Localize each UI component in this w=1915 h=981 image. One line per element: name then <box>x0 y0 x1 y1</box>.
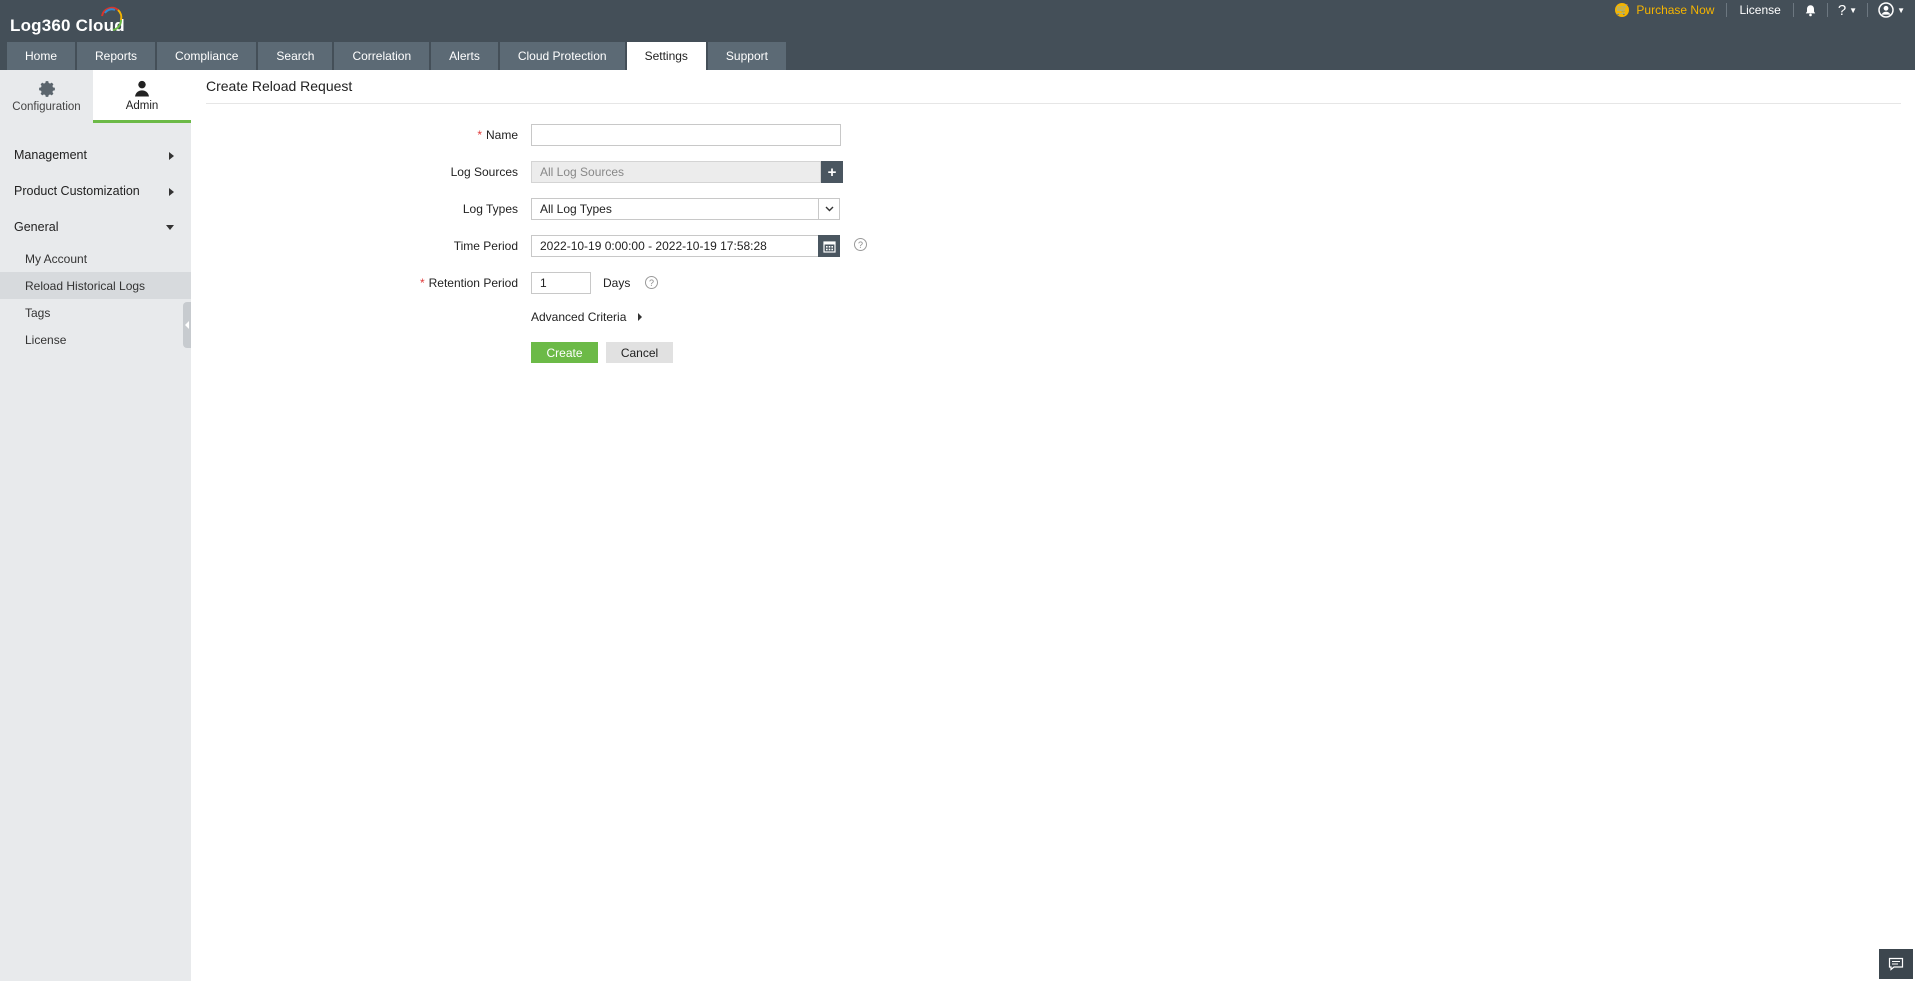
logo-arc-icon <box>101 6 123 31</box>
subtab-configuration-label: Configuration <box>12 101 81 113</box>
chat-icon <box>1888 957 1904 971</box>
log-types-select[interactable]: All Log Types <box>531 198 819 220</box>
chevron-down-icon <box>166 225 174 230</box>
user-avatar-icon <box>1878 2 1894 18</box>
sidebar-item-my-account[interactable]: My Account <box>0 245 191 272</box>
tab-alerts[interactable]: Alerts <box>431 42 498 70</box>
top-right-links: 🛒 Purchase Now License ? ▼ ▼ <box>1607 0 1915 20</box>
sidebar-group-label: Product Customization <box>14 184 140 198</box>
cancel-button[interactable]: Cancel <box>606 342 673 363</box>
chevron-right-icon <box>169 188 174 196</box>
retention-period-label: * Retention Period <box>191 276 518 290</box>
sidebar-collapse-handle[interactable] <box>183 302 191 348</box>
settings-subtabs: Configuration Admin <box>0 70 191 123</box>
chevron-down-icon: ▼ <box>1897 5 1905 15</box>
calendar-button[interactable] <box>818 235 840 257</box>
sidebar-group-product-customization[interactable]: Product Customization <box>0 173 191 209</box>
sidebar-item-tags[interactable]: Tags <box>0 299 191 326</box>
retention-period-input[interactable]: 1 <box>531 272 591 294</box>
time-period-label: Time Period <box>453 239 518 253</box>
tab-support[interactable]: Support <box>707 42 786 70</box>
cart-icon: 🛒 <box>1615 3 1630 17</box>
chevron-right-icon <box>638 313 643 321</box>
sidebar-group-label: Management <box>14 148 87 162</box>
tab-compliance[interactable]: Compliance <box>157 42 257 70</box>
main-content: Create Reload Request * Name Log Sources … <box>191 70 1915 981</box>
app-logo[interactable]: Log360 Cloud <box>10 6 125 36</box>
notifications-button[interactable] <box>1794 4 1827 17</box>
divider <box>206 103 1901 104</box>
tab-settings[interactable]: Settings <box>626 42 706 70</box>
help-icon[interactable]: ? <box>854 238 867 251</box>
name-label: * Name <box>191 128 518 142</box>
chevron-right-icon <box>169 152 174 160</box>
purchase-now-label: Purchase Now <box>1636 3 1715 17</box>
purchase-now-link[interactable]: 🛒 Purchase Now <box>1607 3 1726 17</box>
log-sources-label: Log Sources <box>450 165 518 179</box>
left-sidebar: Configuration Admin Management Product C… <box>0 70 191 981</box>
name-input[interactable] <box>531 124 841 146</box>
tab-reports[interactable]: Reports <box>77 42 156 70</box>
main-tabs: Home Reports Compliance Search Correlati… <box>7 42 788 70</box>
top-bar: Log360 Cloud 🛒 Purchase Now License ? ▼ <box>0 0 1915 70</box>
tab-search[interactable]: Search <box>258 42 333 70</box>
tab-home[interactable]: Home <box>7 42 76 70</box>
user-menu-button[interactable]: ▼ <box>1868 2 1915 18</box>
advanced-criteria-label: Advanced Criteria <box>531 310 627 324</box>
subtab-admin[interactable]: Admin <box>93 70 191 123</box>
page-title: Create Reload Request <box>206 78 353 94</box>
sidebar-item-reload-historical-logs[interactable]: Reload Historical Logs <box>0 272 191 299</box>
retention-unit-label: Days <box>603 276 631 290</box>
help-label: ? <box>1837 1 1847 19</box>
sidebar-group-general[interactable]: General <box>0 209 191 245</box>
license-link[interactable]: License <box>1727 3 1792 17</box>
subtab-admin-label: Admin <box>125 99 159 112</box>
sidebar-menu: Management Product Customization General… <box>0 137 191 353</box>
add-log-source-button[interactable]: + <box>821 161 843 183</box>
subtab-configuration[interactable]: Configuration <box>0 70 93 123</box>
sidebar-group-management[interactable]: Management <box>0 137 191 173</box>
log-types-dropdown-button[interactable] <box>818 198 840 220</box>
bell-icon <box>1805 4 1816 16</box>
create-button[interactable]: Create <box>531 342 598 363</box>
advanced-criteria-toggle[interactable]: Advanced Criteria <box>531 310 643 324</box>
sidebar-item-license[interactable]: License <box>0 326 191 353</box>
plus-icon: + <box>827 163 837 181</box>
admin-user-icon <box>135 80 149 96</box>
chevron-down-icon <box>825 206 833 212</box>
required-marker: * <box>419 276 425 290</box>
time-period-input[interactable]: 2022-10-19 0:00:00 - 2022-10-19 17:58:28 <box>531 235 819 257</box>
calendar-icon <box>822 240 836 253</box>
chevron-down-icon: ▼ <box>1849 5 1858 15</box>
sidebar-group-label: General <box>14 220 59 234</box>
help-menu-button[interactable]: ? ▼ <box>1828 2 1867 19</box>
tab-correlation[interactable]: Correlation <box>334 42 430 70</box>
log-types-label: Log Types <box>462 202 518 216</box>
retention-label-text: Retention Period <box>428 276 518 290</box>
name-label-text: Name <box>485 128 518 142</box>
required-marker: * <box>477 128 482 142</box>
chat-button[interactable] <box>1879 949 1913 979</box>
log-sources-field[interactable]: All Log Sources <box>531 161 821 183</box>
help-icon[interactable]: ? <box>645 276 658 289</box>
gear-icon <box>38 81 55 97</box>
tab-cloud-protection[interactable]: Cloud Protection <box>499 42 625 70</box>
